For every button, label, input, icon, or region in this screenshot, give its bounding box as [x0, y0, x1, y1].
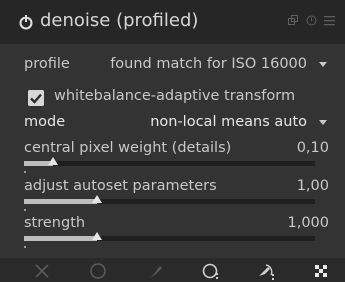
menu-icon[interactable] [324, 15, 335, 26]
denoise-module-panel: denoise (profiled) profile found match f… [0, 0, 345, 282]
raster-mask-icon[interactable] [311, 261, 331, 281]
slider-track[interactable] [24, 236, 315, 241]
whitebalance-checkbox[interactable] [28, 90, 44, 106]
brush-icon[interactable] [145, 261, 165, 281]
slider-label: central pixel weight (details) [24, 140, 232, 156]
presets-icon[interactable] [288, 15, 299, 26]
slider-label: adjust autoset parameters [24, 178, 217, 194]
power-icon[interactable] [18, 14, 34, 30]
slider-marker[interactable] [48, 157, 59, 165]
slider-dot [24, 246, 26, 248]
slider-track[interactable] [24, 199, 315, 204]
module-header[interactable]: denoise (profiled) [0, 0, 345, 44]
dropdown-arrow-icon [319, 62, 327, 67]
slider-dot [24, 171, 26, 173]
close-icon[interactable] [32, 261, 52, 281]
mask-mode-toolbar [0, 258, 345, 282]
mode-label: mode [24, 114, 66, 130]
parametric-mask-icon[interactable] [201, 261, 221, 281]
profile-value: found match for ISO 16000 [110, 56, 307, 72]
slider-value: 1,00 [296, 178, 329, 194]
slider-marker[interactable] [91, 232, 102, 240]
whitebalance-checkbox-label[interactable]: whitebalance-adaptive transform [54, 88, 295, 104]
dropdown-arrow-icon [319, 120, 327, 125]
slider-label: strength [24, 215, 86, 231]
mode-value: non-local means auto [150, 114, 307, 130]
circle-icon[interactable] [88, 261, 108, 281]
slider-dot [24, 209, 26, 211]
profile-label: profile [24, 56, 70, 72]
drawn-parametric-icon[interactable] [256, 261, 276, 281]
slider-track[interactable] [24, 161, 315, 166]
slider-marker[interactable] [91, 195, 102, 203]
slider-fill [24, 199, 97, 204]
slider-value: 1,000 [287, 215, 329, 231]
slider-value: 0,10 [296, 140, 329, 156]
module-title: denoise (profiled) [40, 10, 199, 31]
reset-icon[interactable] [306, 15, 317, 26]
slider-fill [24, 236, 97, 241]
